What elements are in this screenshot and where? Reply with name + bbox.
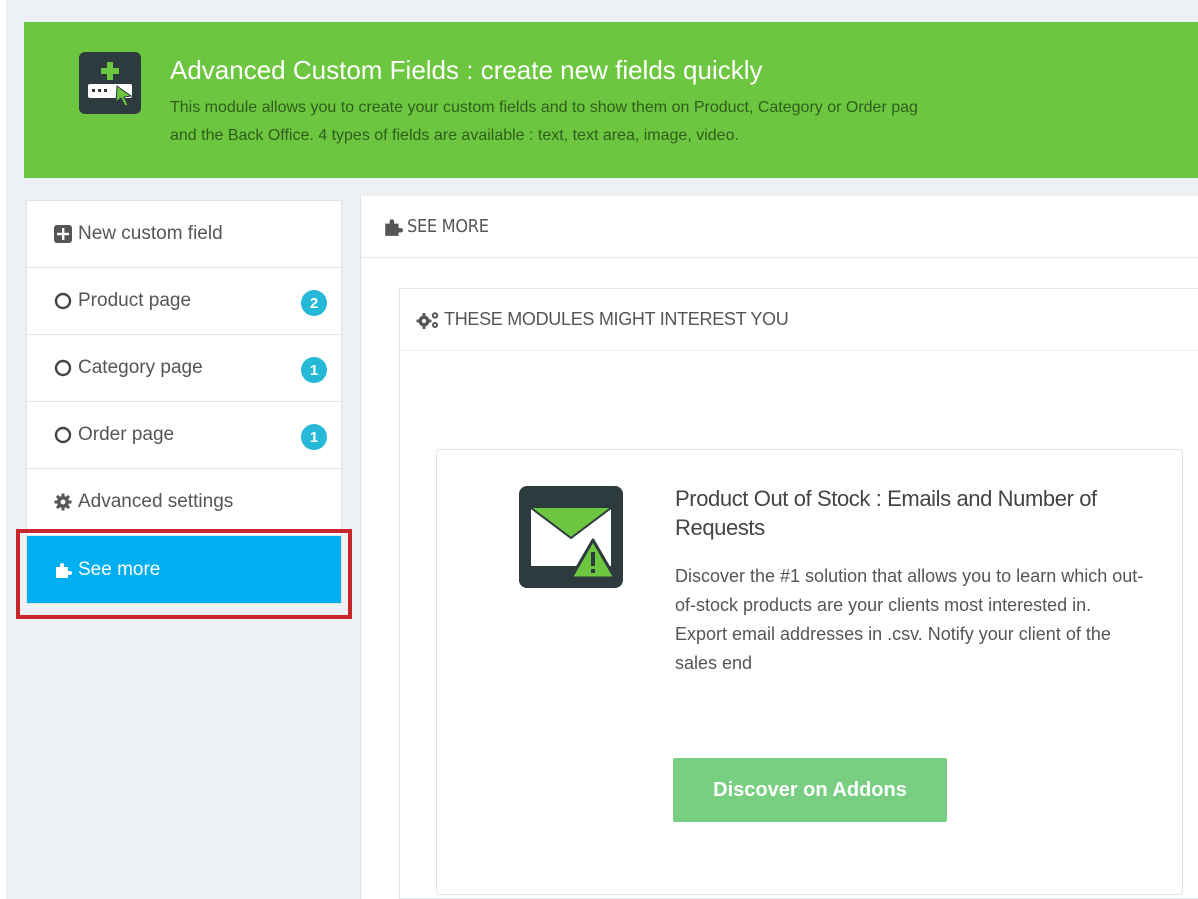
banner-description-line: This module allows you to create your cu… (170, 99, 918, 116)
circle-icon (53, 358, 73, 378)
module-title: Product Out of Stock : Emails and Number… (675, 486, 1097, 540)
module-banner: Advanced Custom Fields : create new fiel… (24, 22, 1198, 178)
sidebar-item-category-page[interactable]: Category page 1 (27, 335, 341, 402)
circle-icon (53, 291, 73, 311)
main-panel: SEE MORE THESE MODULES MIGHT INTEREST YO… (360, 196, 1198, 899)
sidebar-item-label: Category page (78, 357, 203, 378)
count-badge: 1 (301, 424, 327, 450)
modules-panel-title: THESE MODULES MIGHT INTEREST YOU (444, 309, 789, 329)
panel-heading: SEE MORE (361, 196, 1198, 258)
add-field-icon (79, 52, 141, 114)
module-card: Product Out of Stock : Emails and Number… (436, 449, 1183, 895)
sidebar-item-order-page[interactable]: Order page 1 (27, 402, 341, 469)
modules-panel-heading: THESE MODULES MIGHT INTEREST YOU (400, 289, 1198, 351)
sidebar-item-new-custom-field[interactable]: New custom field (27, 201, 341, 268)
plus-square-icon (53, 224, 73, 244)
count-badge: 2 (301, 290, 327, 316)
module-description: Discover the #1 solution that allows you… (675, 566, 1144, 673)
gears-icon (416, 310, 440, 330)
gear-icon (53, 492, 73, 512)
banner-description: This module allows you to create your cu… (170, 94, 1198, 150)
count-badge: 1 (301, 357, 327, 383)
discover-on-addons-button[interactable]: Discover on Addons (673, 758, 947, 822)
sidebar-item-label: New custom field (78, 223, 223, 244)
banner-description-line: and the Back Office. 4 types of fields a… (170, 127, 739, 144)
banner-title: Advanced Custom Fields : create new fiel… (170, 55, 763, 85)
sidebar-item-product-page[interactable]: Product page 2 (27, 268, 341, 335)
sidebar-item-label: Product page (78, 290, 192, 311)
panel-heading-text: SEE MORE (407, 216, 489, 237)
highlight-frame (16, 529, 352, 619)
circle-icon (53, 425, 73, 445)
sidebar-item-label: Advanced settings (78, 491, 234, 512)
sidebar-item-advanced-settings[interactable]: Advanced settings (27, 469, 341, 536)
modules-panel: THESE MODULES MIGHT INTEREST YOU Product… (399, 288, 1198, 899)
puzzle-icon (383, 217, 403, 237)
mail-warning-icon (519, 486, 623, 588)
sidebar-item-label: Order page (78, 424, 175, 445)
